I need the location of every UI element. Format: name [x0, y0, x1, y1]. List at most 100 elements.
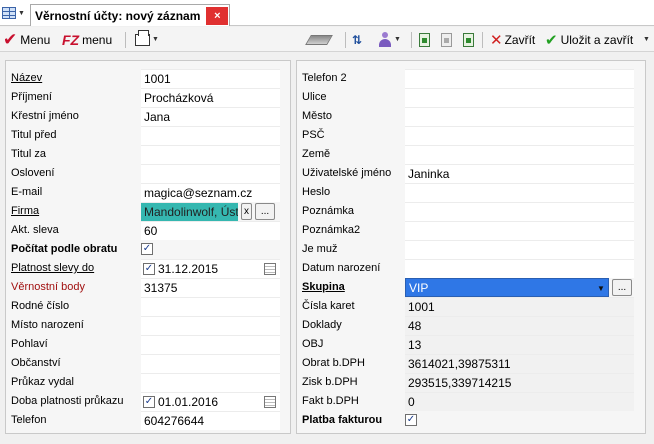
- input-poznamka[interactable]: [405, 202, 634, 221]
- input-pohlavi[interactable]: [141, 335, 280, 354]
- clear-button[interactable]: x: [241, 203, 252, 220]
- form-row-doba-platnosti-prukazu: Doba platnosti průkazu ✓ 01.01.2016: [6, 392, 290, 411]
- user-button[interactable]: ▼: [378, 30, 401, 49]
- close-icon[interactable]: ×: [206, 6, 229, 25]
- save-and-close-button[interactable]: ✔ Uložit a zavřít: [545, 30, 633, 49]
- form-row-poznamka: Poznámka: [297, 202, 645, 221]
- label-vernostni-body: Věrnostní body: [11, 281, 85, 293]
- form-row-obcanstvi: Občanství: [6, 354, 290, 373]
- input-poznamka2[interactable]: [405, 221, 634, 240]
- close-button[interactable]: ✕ Zavřít: [490, 30, 535, 49]
- label-osloveni: Oslovení: [11, 167, 55, 179]
- sort-icon: ⇅: [352, 32, 363, 47]
- label-platnost-slevy-do: Platnost slevy do: [11, 262, 95, 274]
- input-uzivatelske-jmeno[interactable]: Janinka: [405, 164, 634, 183]
- input-e-mail[interactable]: magica@seznam.cz: [141, 183, 280, 202]
- input-telefon-2[interactable]: [405, 69, 634, 88]
- browse-button[interactable]: ...: [255, 203, 275, 220]
- form-row-je-muz: Je muž: [297, 240, 645, 259]
- form-row-psc: PSČ: [297, 126, 645, 145]
- input-akt-sleva[interactable]: 60: [141, 221, 280, 240]
- checkbox-doba-platnosti-prukazu[interactable]: ✓: [143, 396, 155, 408]
- input-prijmeni[interactable]: Procházková: [141, 88, 280, 107]
- scanner-button[interactable]: [305, 30, 333, 49]
- form-row-krestni-jmeno: Křestní jméno Jana: [6, 107, 290, 126]
- dropdown-value-skupina: VIP: [409, 281, 429, 295]
- label-poznamka2: Poznámka2: [302, 224, 361, 236]
- form-row-fakt-b-dph: Fakt b.DPH 0: [297, 392, 645, 411]
- input-obcanstvi[interactable]: [141, 354, 280, 373]
- more-button[interactable]: ▼: [641, 30, 650, 49]
- label-pocitat-podle-obratu: Počítat podle obratu: [11, 243, 118, 255]
- input-titul-pred[interactable]: [141, 126, 280, 145]
- form-row-platnost-slevy-do: Platnost slevy do ✓ 31.12.2015: [6, 259, 290, 278]
- input-vernostni-body[interactable]: 31375: [141, 278, 280, 297]
- printer-icon: [135, 29, 150, 46]
- calendar-icon[interactable]: [264, 396, 276, 408]
- input-zeme[interactable]: [405, 145, 634, 164]
- menu-button[interactable]: ✔ Menu: [3, 29, 50, 50]
- input-prukaz-vydal[interactable]: [141, 373, 280, 392]
- date-value-doba-platnosti-prukazu: 01.01.2016: [158, 395, 219, 409]
- lookup-field-firma[interactable]: Mandolinwolf, Ústí n: [141, 202, 238, 221]
- dropdown-skupina[interactable]: VIP: [405, 278, 609, 297]
- sort-button[interactable]: ⇅: [352, 30, 362, 49]
- input-misto-narozeni[interactable]: [141, 316, 280, 335]
- browse-button[interactable]: ...: [612, 279, 632, 296]
- checkbox-pocitat-podle-obratu[interactable]: ✓: [141, 243, 153, 255]
- scanner-icon: [305, 34, 333, 45]
- form-row-misto-narozeni: Místo narození: [6, 316, 290, 335]
- app-logo-icon: ✔: [3, 29, 18, 50]
- label-je-muz: Je muž: [302, 243, 338, 255]
- input-ulice[interactable]: [405, 88, 634, 107]
- date-field-doba-platnosti-prukazu[interactable]: ✓ 01.01.2016: [141, 392, 280, 411]
- copy-button[interactable]: [441, 30, 452, 49]
- input-je-muz[interactable]: [405, 240, 634, 259]
- input-datum-narozeni[interactable]: [405, 259, 634, 278]
- input-obrat-b-dph: 3614021,39875311: [405, 354, 634, 373]
- input-osloveni[interactable]: [141, 164, 280, 183]
- checkbox-platba-fakturou[interactable]: ✓: [405, 414, 417, 426]
- checkbox-platnost-slevy-do[interactable]: ✓: [143, 263, 155, 275]
- input-titul-za[interactable]: [141, 145, 280, 164]
- toolbar: ✔ Menu FZ menu ▼ ⇅ ▼ ✕ Zavřít ✔ Uložit a…: [0, 27, 654, 52]
- chevron-down-icon: ▼: [152, 36, 159, 43]
- date-value-platnost-slevy-do: 31.12.2015: [158, 262, 219, 276]
- chevron-down-icon: ▼: [394, 36, 401, 43]
- import-button[interactable]: [419, 30, 430, 49]
- input-psc[interactable]: [405, 126, 634, 145]
- form-row-obj: OBJ 13: [297, 335, 645, 354]
- calendar-icon[interactable]: [264, 263, 276, 275]
- document-copy-icon: [441, 32, 452, 47]
- fz-logo-icon: FZ: [62, 31, 80, 48]
- label-obrat-b-dph: Obrat b.DPH: [302, 357, 365, 369]
- form-row-pocitat-podle-obratu: Počítat podle obratu ✓: [6, 240, 290, 259]
- input-telefon[interactable]: 604276644: [141, 411, 280, 430]
- label-doba-platnosti-prukazu: Doba platnosti průkazu: [11, 395, 124, 407]
- form-row-akt-sleva: Akt. sleva 60: [6, 221, 290, 240]
- tab-bar: ▼ Věrnostní účty: nový záznam ×: [0, 0, 654, 26]
- toolbar-separator: [345, 32, 346, 48]
- label-platba-fakturou: Platba fakturou: [302, 414, 383, 426]
- tab-loyalty-account-new[interactable]: Věrnostní účty: nový záznam ×: [30, 4, 231, 26]
- grid-menu-button[interactable]: ▼: [2, 5, 26, 21]
- input-rodne-cislo[interactable]: [141, 297, 280, 316]
- chevron-down-icon[interactable]: ▼: [597, 284, 605, 293]
- close-x-icon: ✕: [490, 31, 503, 49]
- label-uzivatelske-jmeno: Uživatelské jméno: [302, 167, 392, 179]
- label-cisla-karet: Čísla karet: [302, 300, 355, 312]
- fz-menu-button[interactable]: FZ menu: [62, 30, 112, 49]
- input-heslo[interactable]: [405, 183, 634, 202]
- form-row-cisla-karet: Čísla karet 1001: [297, 297, 645, 316]
- label-misto-narozeni: Místo narození: [11, 319, 84, 331]
- input-krestni-jmeno[interactable]: Jana: [141, 107, 280, 126]
- form-row-pohlavi: Pohlaví: [6, 335, 290, 354]
- print-button[interactable]: ▼: [135, 29, 159, 49]
- input-mesto[interactable]: [405, 107, 634, 126]
- date-field-platnost-slevy-do[interactable]: ✓ 31.12.2015: [141, 259, 280, 278]
- label-rodne-cislo: Rodné číslo: [11, 300, 70, 312]
- input-nazev[interactable]: 1001: [141, 69, 280, 88]
- label-obj: OBJ: [302, 338, 324, 350]
- label-firma: Firma: [11, 205, 40, 217]
- export-button[interactable]: [463, 30, 474, 49]
